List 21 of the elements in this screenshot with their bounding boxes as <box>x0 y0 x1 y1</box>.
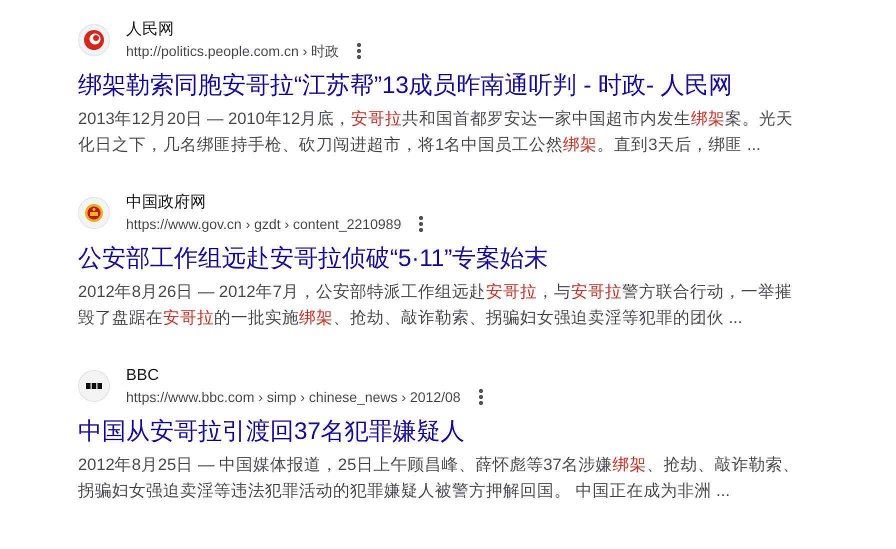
breadcrumb-url: https://www.bbc.com › simp › chinese_news › 2012/08 <box>126 388 461 407</box>
snippet-text: 2012年8月25日 — 中国媒体报道，25日上午顾昌峰、薛怀彪等37名涉嫌绑架、抢劫、敲诈勒索、 <box>78 455 801 476</box>
site-name: 中国政府网 <box>126 192 207 213</box>
snippet-text: 2012年8月26日 — 2012年7月，公安部特派工作组远赴安哥拉，与安哥拉警方联合行动，一举摧 <box>78 282 793 303</box>
snippet-text: 2013年12月20日 — 2010年12月底，安哥拉共和国首都罗安达一家中国超市内发生绑架案。光天 <box>78 109 794 130</box>
snippet-text: 拐骗妇女强迫卖淫等违法犯罪活动的犯罪嫌疑人被警方押解回国。 中国正在成为非洲 ... <box>78 481 731 502</box>
breadcrumb-url: http://politics.people.com.cn › 时政 <box>126 42 340 61</box>
snippet-text: 化日之下，几名绑匪持手枪、砍刀闯进超市，将1名中国员工公然绑架。直到3天后，绑匪 ... <box>78 135 762 156</box>
swirl-logo-icon <box>83 29 105 51</box>
site-name: 人民网 <box>126 20 175 40</box>
breadcrumb-url: https://www.gov.cn › gzdt › content_2210989 <box>126 215 402 234</box>
more-options-icon[interactable] <box>417 214 426 234</box>
result-title-link[interactable]: 中国从安哥拉引渡回37名犯罪嫌疑人 <box>78 416 465 448</box>
result-title-link[interactable]: 公安部工作组远赴安哥拉侦破“5·11”专案始末 <box>78 243 548 275</box>
snippet-text: 毁了盘踞在安哥拉的一批实施绑架、抢劫、敲诈勒索、拐骗妇女强迫卖淫等犯罪的团伙 ... <box>78 308 744 329</box>
more-options-icon[interactable] <box>476 387 485 407</box>
blocks-logo-icon <box>86 383 102 389</box>
site-name: BBC <box>126 366 160 386</box>
emblem-icon <box>84 203 104 223</box>
result-title-link[interactable]: 绑架勒索同胞安哥拉“江苏帮”13成员昨南通听判 - 时政- 人民网 <box>78 70 733 102</box>
more-options-icon[interactable] <box>355 41 364 61</box>
